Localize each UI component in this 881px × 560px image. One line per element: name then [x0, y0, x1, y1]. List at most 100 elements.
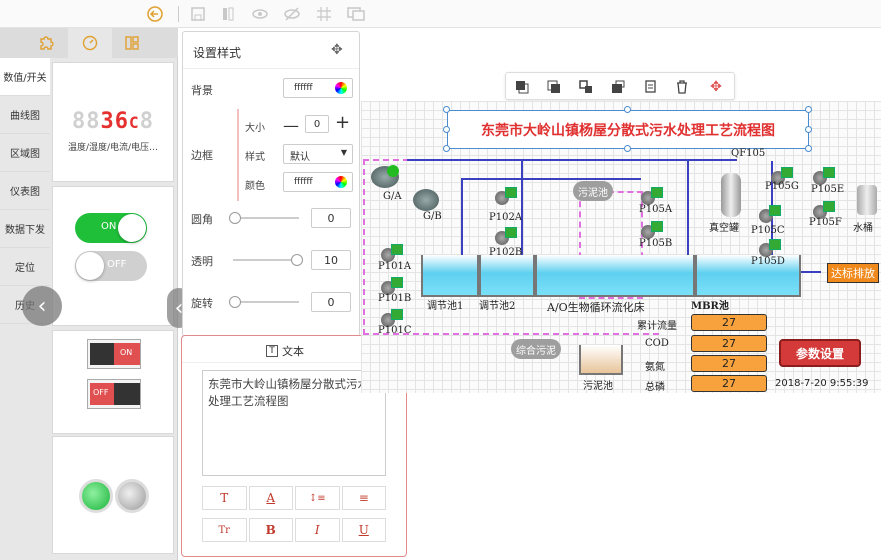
- font-size-button[interactable]: T: [202, 486, 247, 510]
- bring-front-icon[interactable]: [514, 79, 530, 95]
- eye-icon[interactable]: [250, 4, 270, 24]
- toggle-off[interactable]: OFF: [75, 251, 147, 281]
- discharge-indicator[interactable]: 达标排放: [827, 263, 879, 283]
- copy-icon[interactable]: [642, 79, 658, 95]
- resize-handle[interactable]: [624, 106, 631, 113]
- pump-p102b[interactable]: [495, 227, 519, 245]
- opacity-input[interactable]: 10: [311, 250, 351, 270]
- tank-ao: [535, 255, 695, 297]
- minus-button[interactable]: —: [283, 116, 299, 135]
- switch-off[interactable]: OFF: [87, 379, 141, 409]
- save-icon[interactable]: [188, 4, 208, 24]
- send-backward-icon[interactable]: [578, 79, 594, 95]
- pump-p105e[interactable]: [813, 167, 837, 185]
- category-item-gauge[interactable]: 仪表图: [0, 172, 50, 210]
- pump-p102a[interactable]: [495, 187, 519, 205]
- toggle-on[interactable]: ON: [75, 213, 147, 243]
- blower-gb[interactable]: [413, 189, 439, 211]
- pump-p105a-label: P105A: [639, 204, 673, 215]
- sludge-pool-bubble[interactable]: 污泥池: [573, 181, 613, 201]
- rotate-slider-track[interactable]: [233, 301, 299, 303]
- switch-card[interactable]: ON OFF: [52, 330, 174, 434]
- pump-p101a-label: P101A: [378, 261, 412, 272]
- align-button[interactable]: ≡: [341, 486, 386, 510]
- puzzle-icon[interactable]: [24, 28, 68, 58]
- delete-icon[interactable]: [674, 79, 690, 95]
- background-label: 背景: [191, 84, 213, 97]
- move-icon[interactable]: ✥: [331, 42, 343, 58]
- lamp-card[interactable]: [52, 436, 174, 554]
- toggle-card[interactable]: ON OFF: [52, 186, 174, 326]
- opacity-slider-track[interactable]: [233, 259, 299, 261]
- plus-button[interactable]: +: [335, 112, 350, 133]
- resize-handle[interactable]: [805, 106, 812, 113]
- water-tank[interactable]: [857, 185, 877, 215]
- move-icon[interactable]: ✥: [708, 79, 724, 95]
- switch-on[interactable]: ON: [87, 339, 141, 369]
- rotate-slider-knob[interactable]: [229, 296, 241, 308]
- radius-slider-knob[interactable]: [229, 212, 241, 224]
- diagram-title[interactable]: 东莞市大岭山镇杨屋分散式污水处理工艺流程图: [447, 110, 809, 149]
- resize-handle[interactable]: [443, 126, 450, 133]
- pump-p105a[interactable]: [641, 187, 665, 205]
- layout-icon[interactable]: [110, 28, 154, 58]
- italic-button[interactable]: I: [295, 518, 340, 542]
- underline-button[interactable]: U: [341, 518, 386, 542]
- line-height-button[interactable]: ↕≡: [295, 486, 340, 510]
- color-wheel-icon: [335, 176, 347, 188]
- pump-p105d[interactable]: [759, 239, 783, 257]
- pause-icon[interactable]: [218, 4, 238, 24]
- param-settings-button[interactable]: 参数设置: [779, 339, 861, 367]
- color-wheel-icon: [335, 82, 347, 94]
- border-color-picker[interactable]: ffffff: [283, 172, 353, 192]
- font-family-button[interactable]: Tr: [202, 518, 247, 542]
- pump-p102a-label: P102A: [489, 212, 523, 223]
- toolbar-divider: [178, 6, 179, 22]
- radius-label: 圆角: [191, 213, 213, 226]
- border-style-select[interactable]: 默认 ▼: [283, 144, 353, 164]
- vacuum-tank[interactable]: [721, 173, 741, 217]
- size-input[interactable]: 0: [305, 115, 329, 133]
- rotate-input[interactable]: 0: [311, 292, 351, 312]
- grid-icon[interactable]: [314, 4, 334, 24]
- pump-p105d-label: P105D: [751, 256, 785, 267]
- resize-handle[interactable]: [805, 126, 812, 133]
- opacity-slider-knob[interactable]: [291, 254, 303, 266]
- send-back-icon[interactable]: [610, 79, 626, 95]
- resize-handle[interactable]: [443, 145, 450, 152]
- seg-unit: C: [129, 113, 140, 132]
- resize-handle[interactable]: [805, 145, 812, 152]
- radius-input[interactable]: 0: [311, 208, 351, 228]
- resize-handle[interactable]: [624, 145, 631, 152]
- pump-p101a[interactable]: [381, 244, 405, 262]
- style-label: 样式: [245, 152, 265, 163]
- tank-mbr-label: MBR池: [691, 301, 729, 312]
- seg-display-card[interactable]: 8836C8 温度/湿度/电流/电压…: [52, 62, 174, 182]
- background-color-picker[interactable]: ffffff: [283, 78, 353, 98]
- pipe: [461, 178, 463, 258]
- category-item-location[interactable]: 定位: [0, 248, 50, 286]
- undo-icon[interactable]: [145, 4, 165, 24]
- category-item-value-switch[interactable]: 数值/开关: [0, 58, 50, 96]
- design-canvas[interactable]: 东莞市大岭山镇杨屋分散式污水处理工艺流程图 G/A G/B P101A P101…: [361, 101, 881, 393]
- bold-button[interactable]: B: [248, 518, 293, 542]
- resize-handle[interactable]: [443, 106, 450, 113]
- category-item-area[interactable]: 区域图: [0, 134, 50, 172]
- category-item-data-send[interactable]: 数据下发: [0, 210, 50, 248]
- pump-p105b-label: P105B: [639, 238, 673, 249]
- font-color-button[interactable]: A: [248, 486, 293, 510]
- pump-p105b[interactable]: [641, 221, 665, 239]
- collapse-left-handle[interactable]: ‹: [22, 286, 62, 326]
- radius-slider-track[interactable]: [233, 217, 299, 219]
- monitor-icon[interactable]: [346, 4, 366, 24]
- eye-off-icon[interactable]: [282, 4, 302, 24]
- mixed-sludge-bubble[interactable]: 综合污泥: [511, 339, 561, 359]
- text-content-input[interactable]: 东莞市大岭山镇杨屋分散式污水处理工艺流程图: [202, 370, 386, 476]
- style-panel: 设置样式 ✥ 背景 ffffff 边框 大小 — 0 + 样式 默认 ▼ 颜色 …: [182, 31, 360, 337]
- gauge-icon[interactable]: [68, 28, 112, 58]
- tank-regulating-2-label: 调节池2: [479, 301, 516, 312]
- category-item-curve[interactable]: 曲线图: [0, 96, 50, 134]
- pump-p105c-label: P105C: [751, 225, 785, 236]
- bring-forward-icon[interactable]: [546, 79, 562, 95]
- pump-p105c[interactable]: [759, 205, 783, 223]
